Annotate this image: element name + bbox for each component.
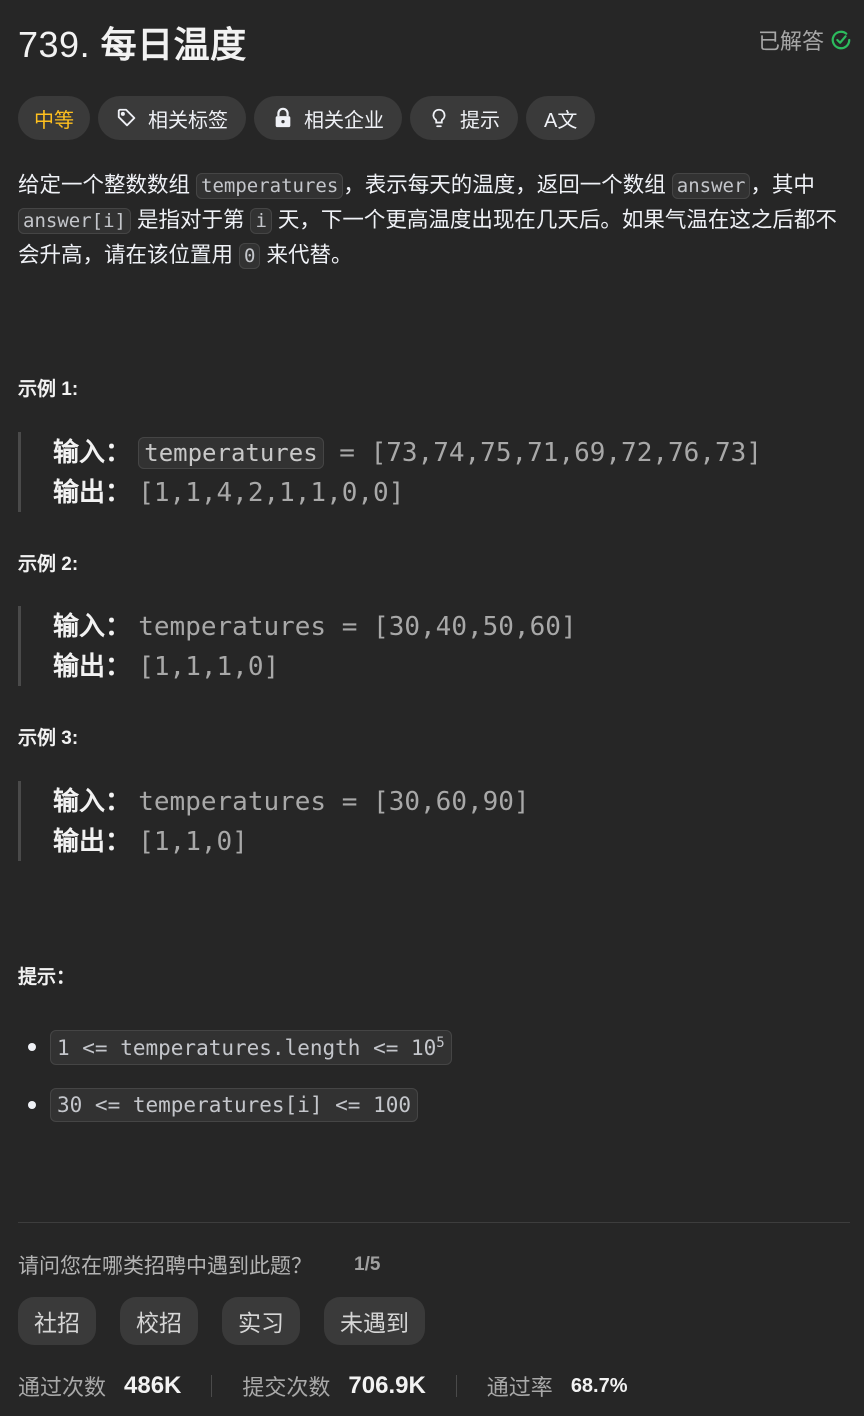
problem-header: 739. 每日温度 已解答 (18, 14, 852, 65)
translate-icon: A文 (544, 109, 578, 132)
constraint-item: 1 <= temperatures.length <= 105 (18, 1018, 618, 1076)
solved-label: 已解答 (757, 29, 824, 54)
submissions-label: 提交次数 (242, 1375, 331, 1400)
problem-tags: 中等 相关标签 相关企业 提示 A文 (18, 96, 596, 140)
inline-code: answer[i] (18, 208, 131, 234)
example-3-title: 示例 3: (18, 728, 79, 749)
example-2-block: 输入： temperatures = [30,40,50,60] 输出： [1,… (18, 606, 577, 686)
input-label: 输入： (53, 786, 132, 816)
inline-code: temperatures (138, 437, 324, 469)
input-value: = [73,74,75,71,69,72,76,73] (323, 438, 762, 468)
problem-title[interactable]: 739. 每日温度 (18, 16, 247, 68)
desc-text: ，其中 (750, 173, 815, 197)
input-label: 输入： (53, 437, 132, 467)
accepted-label: 通过次数 (18, 1375, 107, 1400)
inline-code: answer (671, 173, 751, 199)
difficulty-badge[interactable]: 中等 (18, 96, 90, 140)
survey-question: 请问您在哪类招聘中遇到此题？ 1/5 (18, 1250, 380, 1280)
constraints-section: 提示： 1 <= temperatures.length <= 105 30 <… (18, 962, 452, 1122)
survey-option-social[interactable]: 社招 (18, 1297, 96, 1345)
constraint-item: 30 <= temperatures[i] <= 100 (18, 1076, 618, 1134)
example-output: 输出： [1,1,0] (53, 821, 530, 861)
survey-option-not-encountered[interactable]: 未遇到 (324, 1297, 425, 1345)
example-1-title: 示例 1: (18, 379, 79, 400)
output-value: [1,1,1,0] (138, 652, 280, 682)
output-label: 输出： (53, 477, 132, 507)
check-circle-icon (831, 30, 851, 50)
constraint-exponent: 5 (436, 1034, 445, 1051)
solved-status: 已解答 (758, 24, 852, 56)
related-companies-label: 相关企业 (304, 109, 384, 132)
tag-icon (116, 107, 138, 129)
constraints-list: 1 <= temperatures.length <= 105 30 <= te… (18, 1018, 618, 1134)
desc-text: 给定一个整数数组 (18, 173, 191, 197)
example-input: 输入： temperatures = [73,74,75,71,69,72,76… (53, 432, 762, 472)
problem-name: 每日温度 (100, 24, 247, 65)
inline-code: 0 (239, 243, 261, 269)
constraint-code: 1 <= temperatures.length <= 105 (50, 1029, 452, 1065)
output-label: 输出： (53, 826, 132, 856)
input-value: temperatures = [30,40,50,60] (138, 612, 577, 642)
related-companies-button[interactable]: 相关企业 (254, 96, 402, 140)
translate-button[interactable]: A文 (526, 96, 596, 140)
acceptance-rate-label: 通过率 (486, 1375, 553, 1400)
constraints-title: 提示： (18, 967, 76, 988)
survey-options: 社招 校招 实习 未遇到 (18, 1297, 425, 1345)
survey-option-internship[interactable]: 实习 (222, 1297, 300, 1345)
desc-text: ，表示每天的温度，返回一个数组 (343, 173, 666, 197)
lock-icon (272, 107, 294, 129)
survey-question-text: 请问您在哪类招聘中遇到此题？ (18, 1255, 312, 1278)
example-input: 输入： temperatures = [30,60,90] (53, 781, 530, 821)
problem-number: 739. (18, 24, 91, 65)
example-2-title: 示例 2: (18, 554, 79, 575)
bullet-icon (28, 1043, 36, 1051)
survey-progress: 1/5 (354, 1254, 381, 1275)
acceptance-rate-value: 68.7% (570, 1374, 628, 1397)
output-value: [1,1,4,2,1,1,0,0] (138, 478, 405, 508)
example-output: 输出： [1,1,4,2,1,1,0,0] (53, 472, 762, 512)
input-value: temperatures = [30,60,90] (138, 787, 530, 817)
inline-code: temperatures (196, 173, 344, 199)
example-output: 输出： [1,1,1,0] (53, 646, 577, 686)
problem-description: 给定一个整数数组 temperatures ，表示每天的温度，返回一个数组 ans… (18, 168, 850, 273)
related-tags-button[interactable]: 相关标签 (98, 96, 246, 140)
hints-label: 提示 (460, 109, 500, 132)
constraint-text: 1 <= temperatures.length <= 10 (57, 1035, 437, 1060)
bullet-icon (28, 1101, 36, 1109)
inline-code: i (250, 208, 272, 234)
accepted-value: 486K (124, 1372, 182, 1399)
constraint-text: 30 <= temperatures[i] <= 100 (57, 1093, 412, 1117)
constraint-code: 30 <= temperatures[i] <= 100 (50, 1088, 419, 1122)
example-input: 输入： temperatures = [30,40,50,60] (53, 606, 577, 646)
lightbulb-icon (428, 107, 450, 129)
stats-separator (211, 1375, 213, 1397)
desc-text: 来代替。 (266, 243, 353, 267)
stats-separator (455, 1375, 457, 1397)
output-value: [1,1,0] (138, 827, 248, 857)
example-1-block: 输入： temperatures = [73,74,75,71,69,72,76… (18, 432, 762, 512)
hints-button[interactable]: 提示 (410, 96, 518, 140)
problem-stats: 通过次数 486K 提交次数 706.9K 通过率 68.7% (18, 1370, 628, 1402)
desc-text: 是指对于第 (136, 208, 245, 232)
output-label: 输出： (53, 651, 132, 681)
survey-option-campus[interactable]: 校招 (120, 1297, 198, 1345)
submissions-value: 706.9K (348, 1372, 426, 1399)
example-3-block: 输入： temperatures = [30,60,90] 输出： [1,1,0… (18, 781, 530, 861)
related-tags-label: 相关标签 (148, 109, 228, 132)
section-divider (18, 1222, 850, 1223)
input-label: 输入： (53, 611, 132, 641)
